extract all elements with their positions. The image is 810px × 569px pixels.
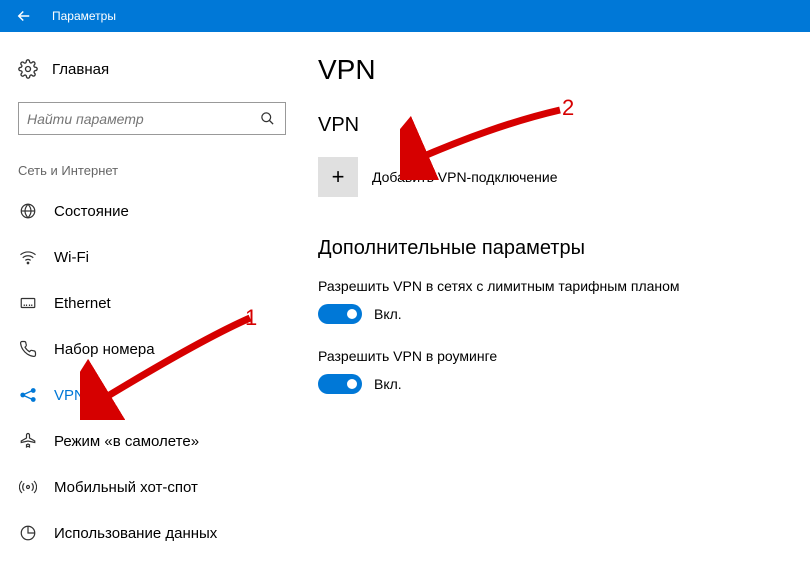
back-button[interactable]	[0, 0, 48, 32]
search-icon	[257, 111, 277, 126]
add-vpn-label: Добавить VPN-подключение	[372, 169, 558, 185]
airplane-icon	[18, 432, 38, 450]
pie-chart-icon	[18, 524, 38, 542]
category-header: Сеть и Интернет	[18, 163, 300, 178]
sidebar-item-label: Набор номера	[54, 341, 155, 358]
sidebar-item-datausage[interactable]: Использование данных	[18, 510, 300, 556]
home-label: Главная	[52, 61, 109, 78]
gear-icon	[18, 59, 38, 79]
sidebar: Главная Сеть и Интернет Состояние Wi-Fi	[0, 32, 300, 569]
sidebar-item-wifi[interactable]: Wi-Fi	[18, 234, 300, 280]
setting-roaming: Разрешить VPN в роуминге Вкл.	[318, 348, 780, 394]
setting-label: Разрешить VPN в сетях с лимитным тарифны…	[318, 278, 780, 294]
nav-list: Состояние Wi-Fi Ethernet Набор номера	[18, 188, 300, 556]
sidebar-item-status[interactable]: Состояние	[18, 188, 300, 234]
arrow-left-icon	[15, 7, 33, 25]
ethernet-icon	[18, 294, 38, 312]
toggle-state-label: Вкл.	[374, 376, 402, 392]
plus-icon: +	[318, 157, 358, 197]
toggle-state-label: Вкл.	[374, 306, 402, 322]
vpn-section-heading: VPN	[318, 114, 780, 137]
page-title: VPN	[318, 54, 780, 86]
sidebar-item-label: Ethernet	[54, 295, 111, 312]
sidebar-item-vpn[interactable]: VPN	[18, 372, 300, 418]
sidebar-item-hotspot[interactable]: Мобильный хот-спот	[18, 464, 300, 510]
phone-icon	[18, 340, 38, 358]
sidebar-item-label: Использование данных	[54, 525, 217, 542]
hotspot-icon	[18, 478, 38, 496]
sidebar-item-airplane[interactable]: Режим «в самолете»	[18, 418, 300, 464]
sidebar-item-label: Состояние	[54, 203, 129, 220]
setting-label: Разрешить VPN в роуминге	[318, 348, 780, 364]
home-button[interactable]: Главная	[18, 50, 300, 88]
search-input[interactable]	[27, 111, 257, 127]
sidebar-item-label: Мобильный хот-спот	[54, 479, 198, 496]
setting-metered: Разрешить VPN в сетях с лимитным тарифны…	[318, 278, 780, 324]
sidebar-item-label: VPN	[54, 387, 85, 404]
add-vpn-button[interactable]: + Добавить VPN-подключение	[318, 157, 780, 197]
wifi-icon	[18, 248, 38, 266]
sidebar-item-label: Режим «в самолете»	[54, 433, 199, 450]
sidebar-item-label: Wi-Fi	[54, 249, 89, 266]
search-box[interactable]	[18, 102, 286, 135]
globe-icon	[18, 202, 38, 220]
vpn-icon	[18, 386, 38, 404]
sidebar-item-dialup[interactable]: Набор номера	[18, 326, 300, 372]
titlebar: Параметры	[0, 0, 810, 32]
sidebar-item-ethernet[interactable]: Ethernet	[18, 280, 300, 326]
toggle-metered[interactable]	[318, 304, 362, 324]
toggle-roaming[interactable]	[318, 374, 362, 394]
main-panel: VPN VPN + Добавить VPN-подключение Допол…	[300, 32, 810, 569]
advanced-heading: Дополнительные параметры	[318, 237, 780, 260]
window-title: Параметры	[48, 9, 116, 23]
